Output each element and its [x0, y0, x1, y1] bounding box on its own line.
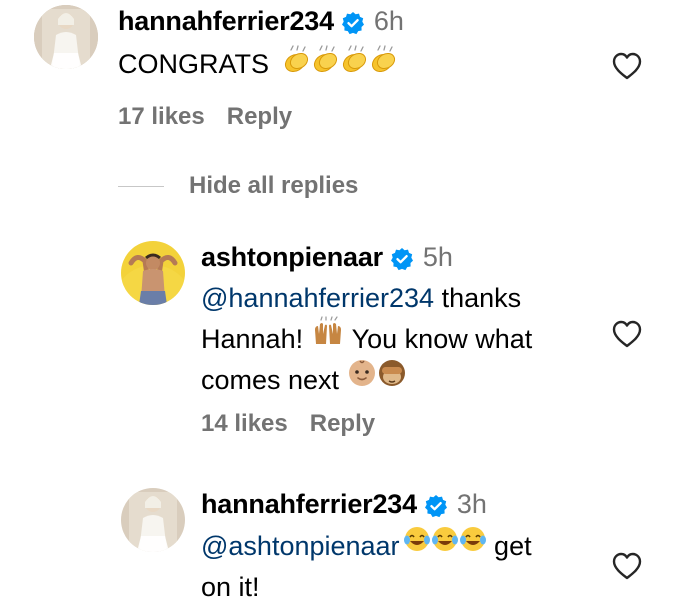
- mention-link[interactable]: @ashtonpienaar: [201, 531, 400, 561]
- reply-text: get: [486, 531, 532, 561]
- comment-time: 6h: [373, 6, 404, 36]
- reply-time: 3h: [456, 489, 487, 519]
- reply-username[interactable]: hannahferrier234: [201, 489, 417, 519]
- like-count[interactable]: 17 likes: [118, 103, 205, 130]
- raising-hands-emoji: [311, 316, 345, 358]
- reply-time: 5h: [422, 242, 453, 272]
- reply-button[interactable]: Reply: [310, 410, 375, 437]
- avatar-hannahferrier234[interactable]: [34, 5, 98, 69]
- avatar-ashtonpienaar[interactable]: [121, 241, 185, 305]
- like-count[interactable]: 14 likes: [201, 410, 288, 437]
- reply-text: thanks: [434, 283, 522, 313]
- clapping-hands-emoji: [281, 45, 397, 87]
- verified-badge-icon: [342, 12, 365, 35]
- tears-of-joy-emoji: [403, 524, 487, 565]
- mention-link[interactable]: @hannahferrier234: [201, 283, 434, 313]
- comment-username[interactable]: hannahferrier234: [118, 6, 334, 36]
- baby-emoji: [347, 358, 377, 400]
- verified-badge-icon: [425, 495, 448, 518]
- reply-text: You know what: [344, 324, 533, 354]
- heart-outline-icon[interactable]: [612, 52, 642, 80]
- reply-text: on it!: [201, 572, 260, 602]
- heart-outline-icon[interactable]: [612, 552, 642, 580]
- reply-username[interactable]: ashtonpienaar: [201, 242, 383, 272]
- hide-replies-button[interactable]: Hide all replies: [189, 172, 358, 200]
- reply-button[interactable]: Reply: [227, 103, 292, 130]
- verified-badge-icon: [391, 248, 414, 271]
- reply-text: Hannah!: [201, 324, 311, 354]
- avatar-hannahferrier234[interactable]: [121, 488, 185, 552]
- replies-divider: [118, 186, 164, 187]
- comment-text: CONGRATS: [118, 49, 270, 79]
- see-no-evil-monkey-emoji: [377, 358, 407, 400]
- reply-text: comes next: [201, 365, 347, 395]
- heart-outline-icon[interactable]: [612, 320, 642, 348]
